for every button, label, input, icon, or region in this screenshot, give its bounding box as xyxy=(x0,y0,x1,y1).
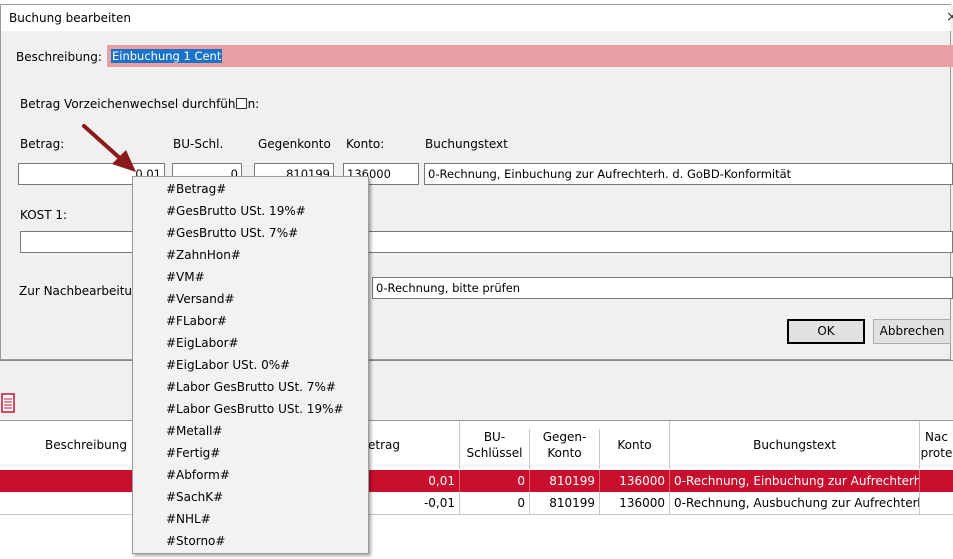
cell-gegenkonto: 810199 xyxy=(530,492,600,514)
cell-bu: 0 xyxy=(460,470,530,492)
menu-item-labor-gesbrutto-19[interactable]: #Labor GesBrutto USt. 19%# xyxy=(166,398,344,420)
ok-button[interactable]: OK xyxy=(787,319,865,344)
menu-item-flabor[interactable]: #FLabor# xyxy=(166,310,227,332)
menu-item-fertig[interactable]: #Fertig# xyxy=(166,442,220,464)
betrag-label: Betrag: xyxy=(20,137,65,151)
cell-nachbearbeitung xyxy=(920,470,953,492)
dialog-titlebar xyxy=(1,5,951,31)
header-beschreibung[interactable]: Beschreibung xyxy=(0,421,132,469)
cell-buchungstext: 0-Rechnung, Einbuchung zur Aufrechterh. … xyxy=(670,470,920,492)
dialog-title: Buchung bearbeiten xyxy=(9,11,131,25)
menu-item-eiglabor[interactable]: #EigLabor# xyxy=(166,332,239,354)
menu-item-nhl[interactable]: #NHL# xyxy=(166,508,211,530)
menu-item-betrag[interactable]: #Betrag# xyxy=(166,178,226,200)
header-bu-schluessel[interactable]: BU- Schlüssel xyxy=(460,429,530,469)
header-buchungstext[interactable]: Buchungstext xyxy=(670,421,920,469)
description-value: Einbuchung 1 Cent xyxy=(111,49,223,63)
konto-label: Konto: xyxy=(346,137,385,151)
menu-item-gesbrutto-7[interactable]: #GesBrutto USt. 7%# xyxy=(166,222,298,244)
menu-item-abform[interactable]: #Abform# xyxy=(166,464,230,486)
menu-item-gesbrutto-19[interactable]: #GesBrutto USt. 19%# xyxy=(166,200,306,222)
header-gegenkonto[interactable]: Gegen- Konto xyxy=(530,429,600,469)
cell-gegenkonto: 810199 xyxy=(530,470,600,492)
menu-item-storno[interactable]: #Storno# xyxy=(166,530,225,552)
cell-konto: 136000 xyxy=(600,492,670,514)
menu-item-eiglabor-0[interactable]: #EigLabor USt. 0%# xyxy=(166,354,290,376)
cell-betrag: 0,01 xyxy=(368,470,460,492)
sign-change-checkbox[interactable] xyxy=(236,98,247,109)
placeholder-context-menu: #Betrag# #GesBrutto USt. 19%# #GesBrutto… xyxy=(132,176,369,554)
sign-change-label: Betrag Vorzeichenwechsel durchführen: xyxy=(20,97,260,111)
menu-item-sachk[interactable]: #SachK# xyxy=(166,486,223,508)
menu-item-metall[interactable]: #Metall# xyxy=(166,420,223,442)
header-nachbearbeitung[interactable]: Nac prote xyxy=(920,429,953,469)
menu-item-versand[interactable]: #Versand# xyxy=(166,288,235,310)
header-konto[interactable]: Konto xyxy=(600,421,670,469)
description-input[interactable]: Einbuchung 1 Cent xyxy=(107,45,953,67)
cell-buchungstext: 0-Rechnung, Ausbuchung zur Aufrechterh. … xyxy=(670,492,920,514)
gegenkonto-label: Gegenkonto xyxy=(258,137,331,151)
description-label: Beschreibung: xyxy=(16,50,102,64)
nachbearbeitung-input[interactable]: 0-Rechnung, bitte prüfen xyxy=(372,277,953,299)
cell-beschreibung xyxy=(0,470,132,492)
cell-betrag: -0,01 xyxy=(368,492,460,514)
cell-bu: 0 xyxy=(460,492,530,514)
kost-label: KOST 1: xyxy=(20,208,68,222)
cancel-button[interactable]: Abbrechen xyxy=(873,319,951,344)
cell-konto: 136000 xyxy=(600,470,670,492)
menu-item-zahnhon[interactable]: #ZahnHon# xyxy=(166,244,241,266)
header-betrag[interactable]: etrag xyxy=(368,421,460,469)
cell-beschreibung xyxy=(0,492,132,514)
nachbearbeitung-label: Zur Nachbearbeitung xyxy=(19,284,148,298)
bu-label: BU-Schl. xyxy=(173,137,224,151)
document-icon[interactable] xyxy=(0,391,16,418)
menu-item-vm[interactable]: #VM# xyxy=(166,266,205,288)
cell-nachbearbeitung xyxy=(920,492,953,514)
annotation-arrow-icon xyxy=(82,124,136,172)
buchungstext-label: Buchungstext xyxy=(425,137,508,151)
menu-item-labor-gesbrutto-7[interactable]: #Labor GesBrutto USt. 7%# xyxy=(166,376,336,398)
buchungstext-input[interactable]: 0-Rechnung, Einbuchung zur Aufrechterh. … xyxy=(424,163,953,185)
close-icon[interactable]: × xyxy=(946,9,953,25)
